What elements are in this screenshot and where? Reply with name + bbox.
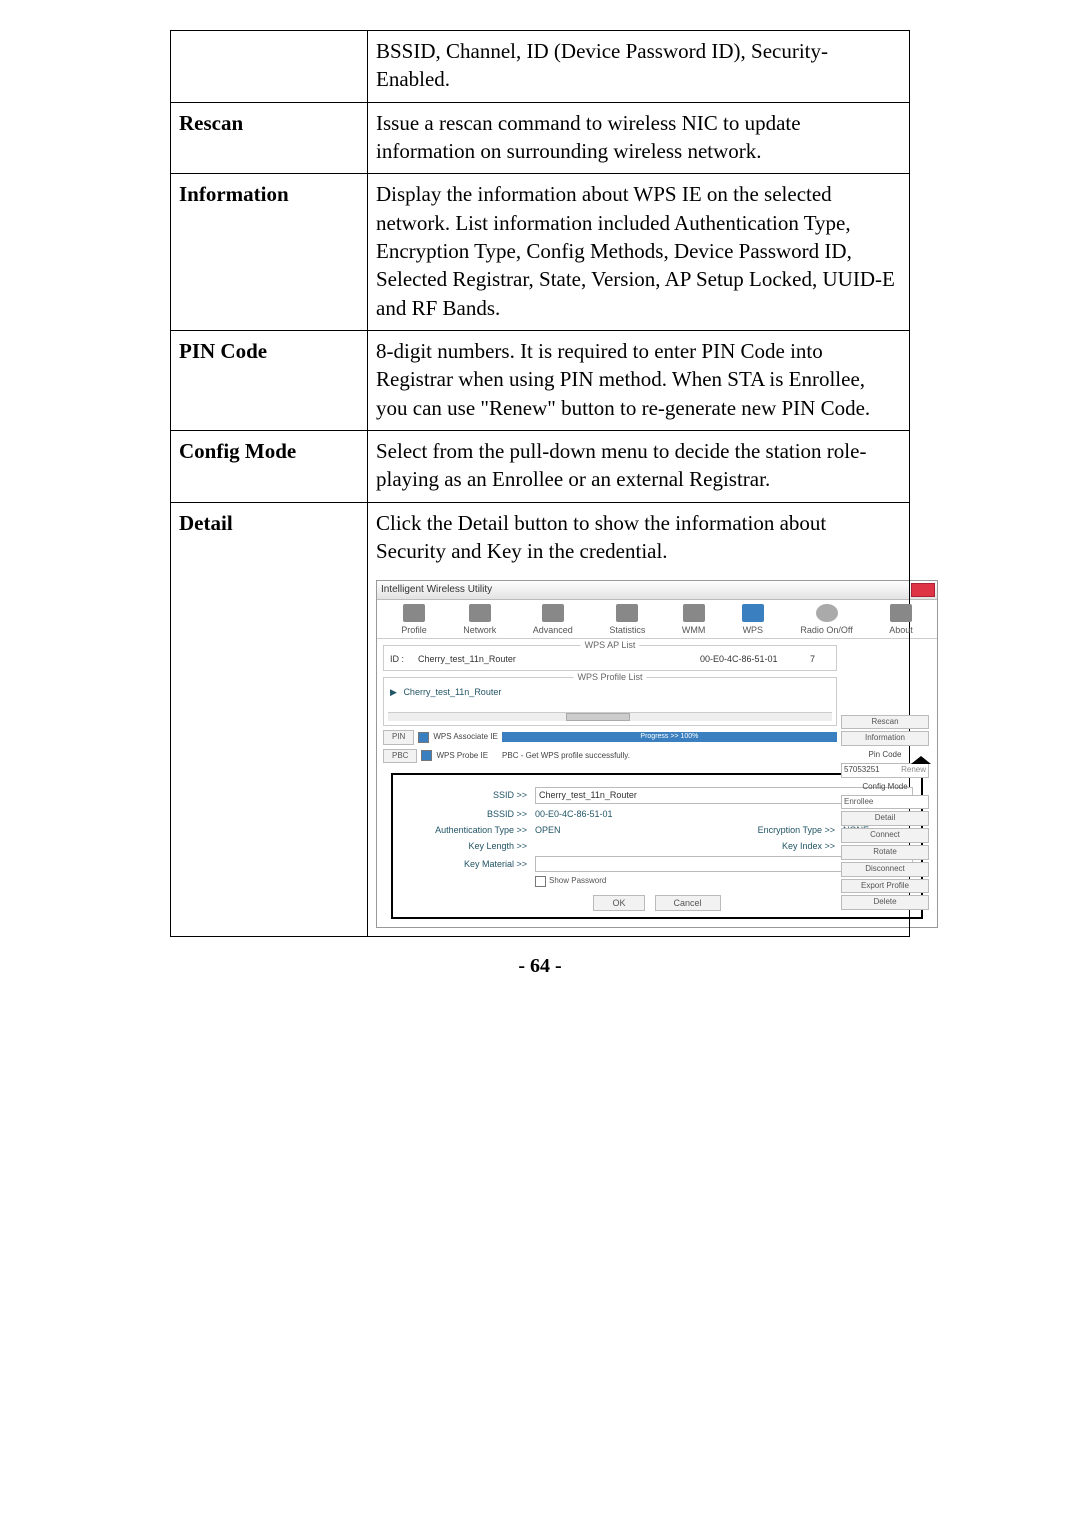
tab-strip: Profile Network Advanced Statistics WMM … (377, 600, 937, 639)
side-buttons: Rescan Information Pin Code 57053251 Ren… (841, 715, 929, 911)
key-index-label: Key Index >> (729, 840, 839, 852)
detail-description: Click the Detail button to show the info… (376, 509, 901, 566)
connect-button[interactable]: Connect (841, 828, 929, 843)
detail-label: Detail (171, 502, 368, 936)
profile-list-item[interactable]: ▶ Cherry_test_11n_Router (388, 684, 832, 712)
pbc-row: PBC WPS Probe IE PBC - Get WPS profile s… (383, 749, 837, 764)
utility-window: Intelligent Wireless Utility Profile Net… (376, 580, 938, 929)
top-row-text: BSSID, Channel, ID (Device Password ID),… (368, 31, 910, 103)
wps-ap-list-group: WPS AP List ID : Cherry_test_11n_Router … (383, 645, 837, 671)
config-mode-select[interactable]: Enrollee (841, 795, 929, 810)
bssid-label: BSSID >> (401, 808, 531, 820)
definitions-table: BSSID, Channel, ID (Device Password ID),… (170, 30, 910, 937)
ok-button[interactable]: OK (593, 895, 644, 911)
title-bar: Intelligent Wireless Utility (377, 581, 937, 600)
statistics-icon (616, 604, 638, 622)
tab-radio[interactable]: Radio On/Off (800, 604, 852, 636)
close-icon[interactable] (911, 583, 935, 597)
export-profile-button[interactable]: Export Profile (841, 879, 929, 894)
wps-profile-list-group: WPS Profile List ▶ Cherry_test_11n_Route… (383, 677, 837, 726)
config-mode-label: Config Mode (171, 431, 368, 503)
ap-bssid: 00-E0-4C-86-51-01 (700, 653, 810, 665)
expand-triangle-icon[interactable] (911, 756, 931, 764)
pin-button[interactable]: PIN (383, 730, 414, 745)
wmm-icon (683, 604, 705, 622)
scrollbar-thumb[interactable] (566, 713, 630, 721)
auth-type-label: Authentication Type >> (401, 824, 531, 836)
renew-button[interactable]: Renew (901, 765, 926, 776)
tab-network[interactable]: Network (463, 604, 496, 636)
advanced-icon (542, 604, 564, 622)
pin-code-label: PIN Code (171, 331, 368, 431)
config-mode-side-label: Config Mode (841, 782, 929, 793)
profile-name: Cherry_test_11n_Router (403, 687, 501, 697)
auth-type-value: OPEN (535, 824, 725, 836)
status-text: PBC - Get WPS profile successfully. (502, 751, 630, 762)
window-title: Intelligent Wireless Utility (381, 583, 492, 597)
pin-code-field[interactable]: 57053251 Renew (841, 763, 929, 778)
tab-profile[interactable]: Profile (401, 604, 427, 636)
disconnect-button[interactable]: Disconnect (841, 862, 929, 877)
page-number: - 64 - (170, 955, 910, 978)
wps-body: Rescan Information Pin Code 57053251 Ren… (377, 645, 937, 764)
tab-wmm[interactable]: WMM (682, 604, 706, 636)
ap-list-row[interactable]: ID : Cherry_test_11n_Router 00-E0-4C-86-… (388, 652, 832, 666)
information-label: Information (171, 174, 368, 331)
show-password-label: Show Password (549, 876, 606, 887)
horizontal-scrollbar[interactable] (388, 712, 832, 721)
probe-ie-checkbox[interactable] (421, 750, 432, 761)
wps-icon (742, 604, 764, 622)
detail-button[interactable]: Detail (841, 811, 929, 826)
ssid-label: SSID >> (401, 789, 531, 801)
profile-icon (403, 604, 425, 622)
network-icon (469, 604, 491, 622)
tab-about[interactable]: About (889, 604, 913, 636)
information-description: Display the information about WPS IE on … (368, 174, 910, 331)
tab-advanced[interactable]: Advanced (533, 604, 573, 636)
play-icon: ▶ (390, 687, 397, 697)
progress-bar: Progress >> 100% (502, 732, 837, 742)
ap-channel: 7 (810, 653, 830, 665)
key-length-label: Key Length >> (401, 840, 531, 852)
associate-ie-checkbox[interactable] (418, 732, 429, 743)
pin-pbc-row: PIN WPS Associate IE Progress >> 100% (383, 730, 837, 745)
key-material-label: Key Material >> (401, 858, 531, 870)
rotate-button[interactable]: Rotate (841, 845, 929, 860)
wps-ap-list-legend: WPS AP List (581, 639, 640, 651)
config-mode-description: Select from the pull-down menu to decide… (368, 431, 910, 503)
about-icon (890, 604, 912, 622)
pin-code-description: 8-digit numbers. It is required to enter… (368, 331, 910, 431)
delete-button[interactable]: Delete (841, 895, 929, 910)
detail-cell: Click the Detail button to show the info… (368, 502, 910, 936)
pin-code-value: 57053251 (844, 765, 880, 776)
ap-ssid: Cherry_test_11n_Router (418, 653, 700, 665)
pbc-button[interactable]: PBC (383, 749, 417, 764)
radio-icon (816, 604, 838, 622)
cancel-button[interactable]: Cancel (655, 895, 721, 911)
rescan-button[interactable]: Rescan (841, 715, 929, 730)
show-password-checkbox[interactable] (535, 876, 546, 887)
associate-ie-label: WPS Associate IE (433, 732, 497, 743)
rescan-description: Issue a rescan command to wireless NIC t… (368, 102, 910, 174)
tab-wps[interactable]: WPS (742, 604, 764, 636)
rescan-label: Rescan (171, 102, 368, 174)
enc-type-label: Encryption Type >> (729, 824, 839, 836)
wps-profile-list-legend: WPS Profile List (573, 671, 646, 683)
probe-ie-label: WPS Probe IE (436, 751, 488, 762)
information-button[interactable]: Information (841, 731, 929, 746)
tab-statistics[interactable]: Statistics (609, 604, 645, 636)
blank-label (171, 31, 368, 103)
ap-id-col: ID : (390, 653, 418, 665)
